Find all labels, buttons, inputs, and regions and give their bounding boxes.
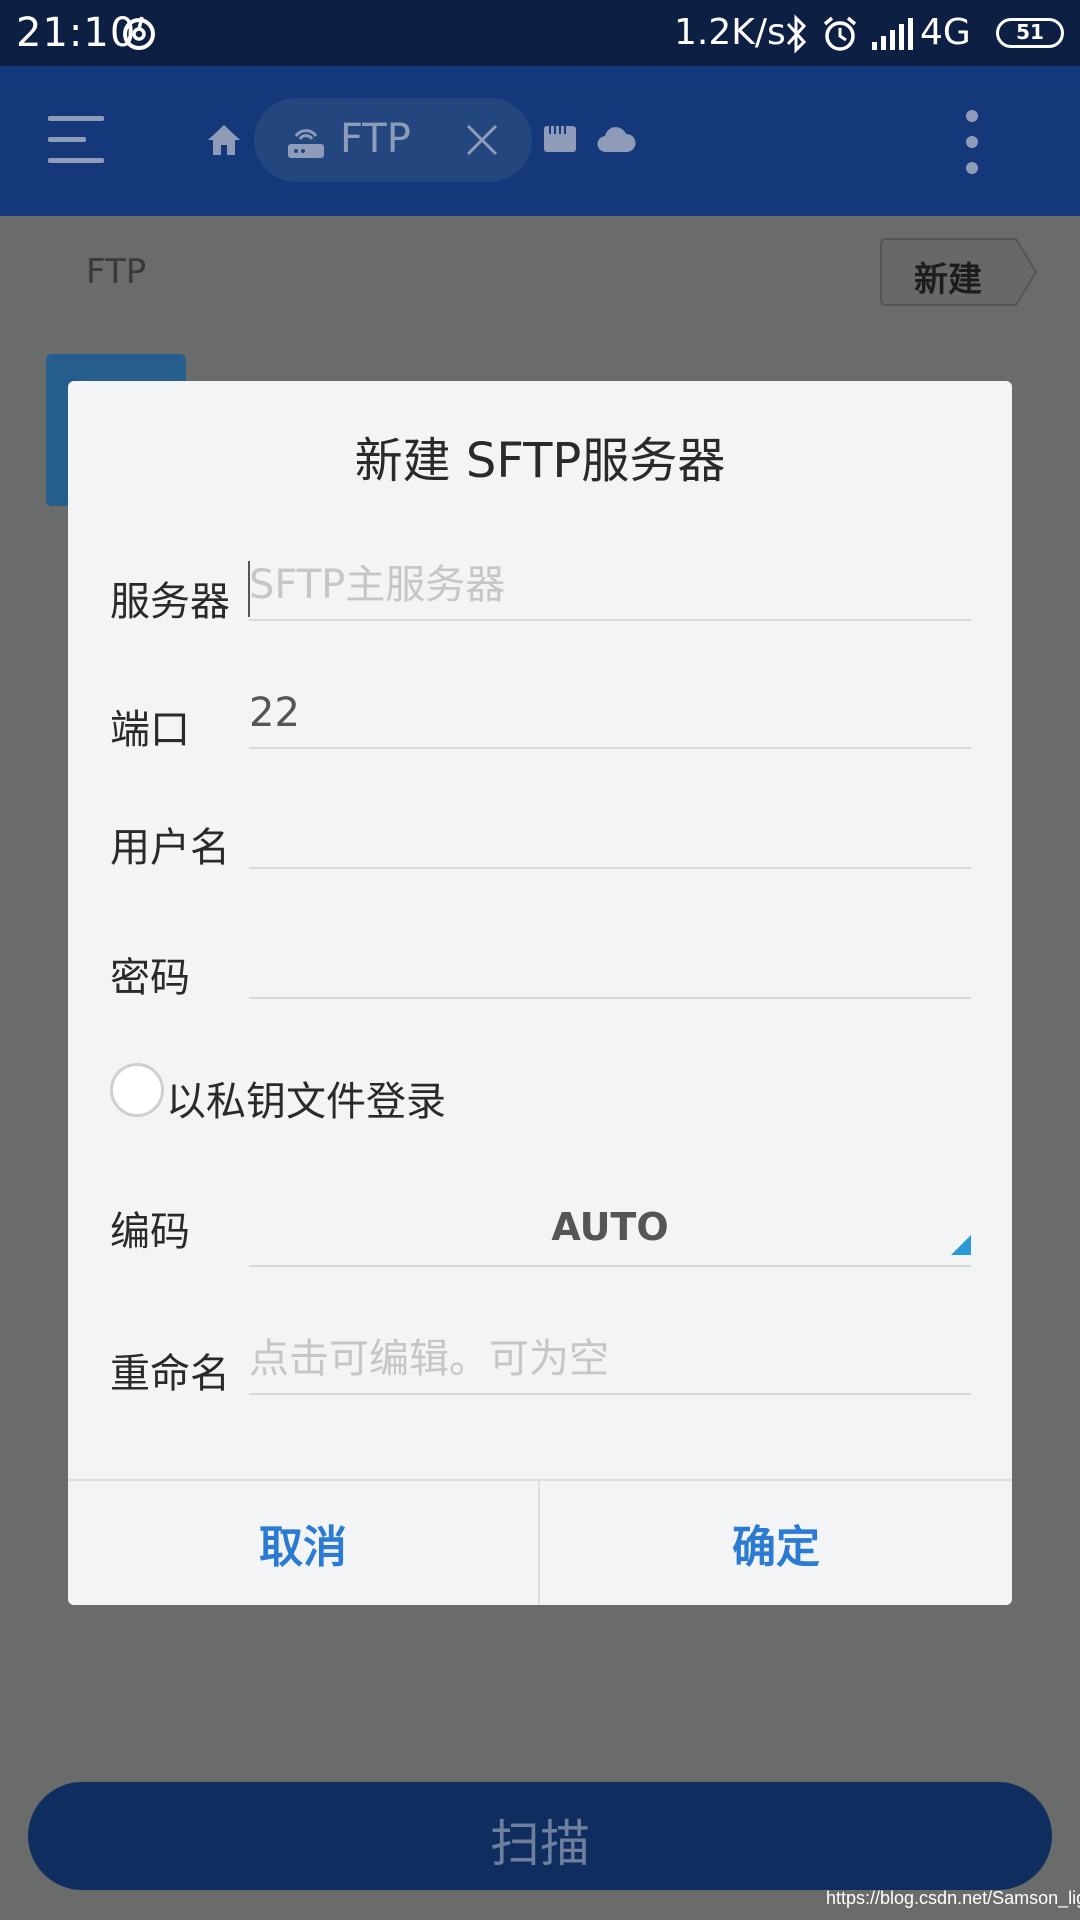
- home-icon[interactable]: [206, 122, 242, 158]
- cloud-icon[interactable]: [596, 124, 636, 154]
- key-login-label[interactable]: 以私钥文件登录: [166, 1069, 446, 1127]
- new-button[interactable]: 新建: [880, 238, 1038, 306]
- battery-icon: 51: [996, 18, 1064, 48]
- scan-button-label: 扫描: [490, 1815, 590, 1873]
- encoding-label: 编码: [110, 1209, 190, 1255]
- alarm-icon: [823, 16, 857, 51]
- port-field: [249, 679, 971, 749]
- router-icon: [288, 129, 324, 158]
- close-icon[interactable]: [464, 122, 500, 158]
- encoding-select[interactable]: AUTO: [249, 1197, 971, 1267]
- netease-music-icon: [123, 16, 155, 50]
- new-button-label: 新建: [914, 260, 982, 300]
- new-sftp-dialog: 新建 SFTP服务器 服务器 端口 用户名 密码 以私钥文件登录 编码 AUTO…: [68, 381, 1012, 1605]
- server-field: [249, 551, 971, 621]
- rename-field: [249, 1325, 971, 1395]
- password-field: [249, 929, 971, 999]
- status-time: 21:10: [16, 10, 137, 56]
- username-label: 用户名: [110, 825, 230, 871]
- rename-input[interactable]: [249, 1325, 971, 1393]
- server-input[interactable]: [249, 551, 971, 619]
- port-input[interactable]: [249, 679, 971, 747]
- more-vertical-icon[interactable]: [962, 110, 982, 174]
- bluetooth-icon: [786, 14, 807, 54]
- breadcrumb[interactable]: FTP: [86, 252, 146, 292]
- password-input[interactable]: [249, 929, 971, 997]
- cancel-button[interactable]: 取消: [68, 1481, 540, 1605]
- confirm-button[interactable]: 确定: [540, 1481, 1012, 1605]
- signal-icon: [872, 18, 913, 50]
- rename-label: 重命名: [110, 1351, 230, 1397]
- net-speed: 1.2K/s: [674, 12, 786, 53]
- password-label: 密码: [110, 955, 190, 1001]
- text-caret: [248, 561, 250, 617]
- sd-card-icon[interactable]: [542, 124, 578, 154]
- network-type: 4G: [920, 12, 971, 53]
- tab-ftp[interactable]: FTP: [254, 98, 532, 182]
- menu-icon[interactable]: [48, 116, 104, 164]
- tab-label: FTP: [340, 116, 411, 162]
- scan-button[interactable]: 扫描: [28, 1782, 1052, 1890]
- battery-level: 51: [1016, 20, 1044, 44]
- dialog-actions: 取消 确定: [68, 1479, 1012, 1605]
- dialog-title: 新建 SFTP服务器: [354, 433, 726, 489]
- username-field: [249, 799, 971, 869]
- dropdown-arrow-icon: [951, 1235, 971, 1255]
- port-label: 端口: [110, 707, 190, 753]
- username-input[interactable]: [249, 799, 971, 867]
- key-login-radio[interactable]: [110, 1063, 164, 1117]
- status-bar: 21:10 1.2K/s 4G 51: [0, 0, 1080, 66]
- server-label: 服务器: [110, 579, 230, 625]
- encoding-value: AUTO: [551, 1205, 669, 1249]
- watermark: https://blog.csdn.net/Samson_light: [826, 1888, 1080, 1908]
- app-bar: FTP: [0, 66, 1080, 216]
